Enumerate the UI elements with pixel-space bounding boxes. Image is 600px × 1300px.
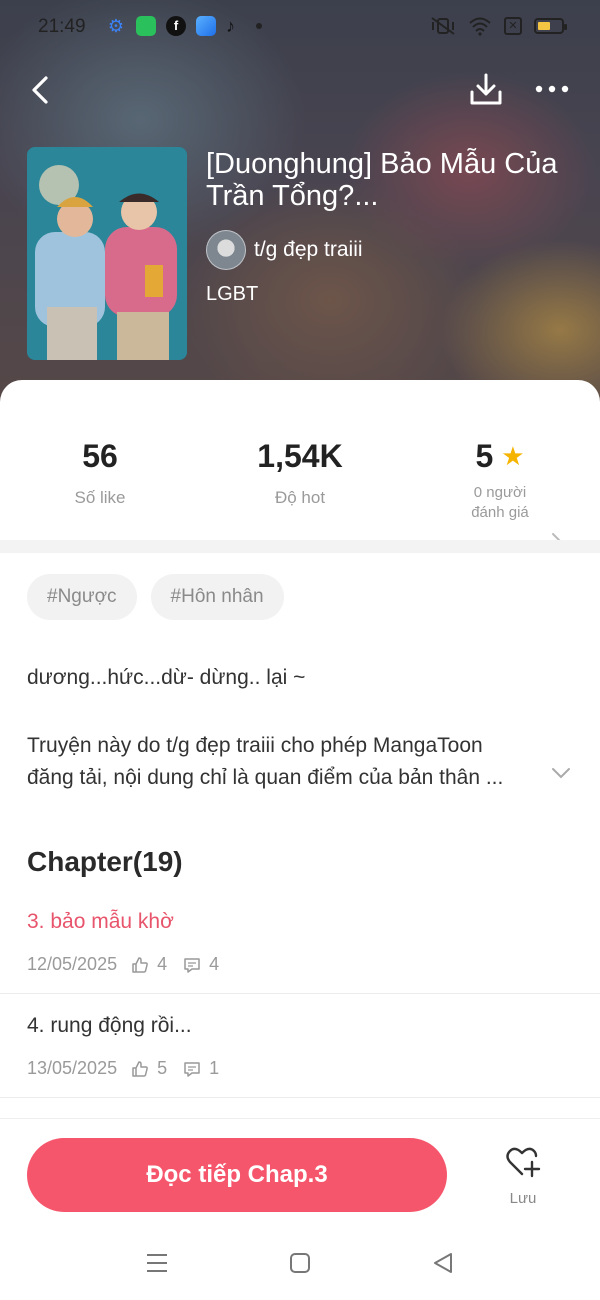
back-nav-icon[interactable] <box>430 1250 456 1276</box>
likes-value: 56 <box>82 438 118 474</box>
author-link[interactable]: t/g đẹp traiii <box>206 230 363 270</box>
description-line: Truyện này do t/g đẹp traiii cho phép Ma… <box>27 734 483 757</box>
thumbs-up-icon <box>132 1060 148 1077</box>
stat-rating[interactable]: 5 ★ 0 người đánh giá <box>400 438 600 523</box>
chapter-date: 13/05/2025 <box>27 1058 118 1078</box>
book-title: [Duonghung] Bảo Mẫu Của Trần Tổng?... <box>206 148 558 212</box>
chapter-divider <box>0 993 600 994</box>
author-name[interactable]: t/g đẹp traiii <box>254 238 363 262</box>
status-time: 21:49 <box>38 16 86 37</box>
section-divider <box>0 540 600 553</box>
comment-icon <box>184 957 200 973</box>
more-notifications-dot <box>256 23 262 29</box>
back-icon[interactable] <box>24 72 60 108</box>
save-button[interactable]: Lưu <box>492 1145 554 1209</box>
book-cover-image[interactable] <box>27 147 187 360</box>
rating-count-label: 0 người <box>473 484 527 501</box>
chapter-date: 12/05/2025 <box>27 954 118 974</box>
chapter-comments: 4 <box>209 954 220 974</box>
chapter-name: 3. bảo mẫu khờ <box>27 910 174 933</box>
vibrate-mute-icon <box>431 17 455 35</box>
menu-icon[interactable] <box>144 1250 170 1276</box>
status-bar: 21:49 ⚙ f ♪ ✕ <box>0 0 600 52</box>
tiktok-icon: ♪ <box>226 16 235 36</box>
save-label: Lưu <box>509 1190 537 1207</box>
description-line: đăng tải, nội dung chỉ là quan điểm của … <box>27 766 504 789</box>
chapter-likes: 5 <box>157 1058 168 1078</box>
notification-icons: ⚙ f ♪ <box>106 16 262 36</box>
stat-hot: 1,54K Độ hot <box>200 438 400 509</box>
chapter-name: 4. rung động rồi... <box>27 1014 192 1037</box>
author-avatar[interactable] <box>206 230 246 270</box>
heart-add-icon <box>506 1147 541 1178</box>
hot-label: Độ hot <box>274 488 326 507</box>
description[interactable]: dương...hức...dừ- dừng.. lại ~ Truyện nà… <box>27 662 557 794</box>
thumbs-up-icon <box>132 956 148 973</box>
bottom-action-bar: Đọc tiếp Chap.3 Lưu <box>0 1118 600 1228</box>
more-options-icon[interactable] <box>532 74 572 104</box>
hot-value: 1,54K <box>257 438 343 474</box>
app-notification-icon-2 <box>196 16 216 36</box>
tag-nguoc[interactable]: #Ngược <box>27 574 137 620</box>
wifi-icon <box>469 17 491 36</box>
rating-value: 5 <box>475 438 494 474</box>
settings-notification-icon: ⚙ <box>107 16 125 36</box>
rating-label: đánh giá <box>471 504 529 521</box>
sim-disabled-icon: ✕ <box>504 17 522 35</box>
likes-label: Số like <box>74 488 126 507</box>
tag-hon-nhan[interactable]: #Hôn nhân <box>150 574 284 620</box>
home-icon[interactable] <box>287 1250 313 1276</box>
chapter-item[interactable]: 3. bảo mẫu khờ 12/05/2025 4 4 <box>0 910 600 1013</box>
chevron-down-icon[interactable] <box>550 762 572 784</box>
detail-sheet: 56 Số like 1,54K Độ hot 5 ★ 0 người đánh… <box>0 380 600 1120</box>
facebook-icon: f <box>166 16 186 36</box>
chapter-comments: 1 <box>209 1058 220 1078</box>
comment-icon <box>184 1061 200 1077</box>
stat-likes: 56 Số like <box>0 438 200 509</box>
genre-label[interactable]: LGBT <box>206 283 258 306</box>
battery-icon <box>534 18 567 34</box>
tag-list: #Ngược #Hôn nhân <box>27 574 284 620</box>
chapter-count-heading[interactable]: Chapter(19) <box>27 846 183 878</box>
star-icon: ★ <box>501 441 525 471</box>
system-icons: ✕ <box>430 16 567 36</box>
description-line: dương...hức...dừ- dừng.. lại ~ <box>27 666 306 689</box>
continue-reading-button[interactable]: Đọc tiếp Chap.3 <box>27 1138 447 1212</box>
chapter-item[interactable]: 4. rung động rồi... 13/05/2025 5 1 <box>0 1014 600 1117</box>
stats-row: 56 Số like 1,54K Độ hot 5 ★ 0 người đánh… <box>0 420 600 547</box>
download-icon[interactable] <box>466 70 506 110</box>
system-nav-bar <box>0 1228 600 1300</box>
chapter-likes: 4 <box>157 954 168 974</box>
chapter-divider <box>0 1097 600 1098</box>
app-notification-icon <box>136 16 156 36</box>
